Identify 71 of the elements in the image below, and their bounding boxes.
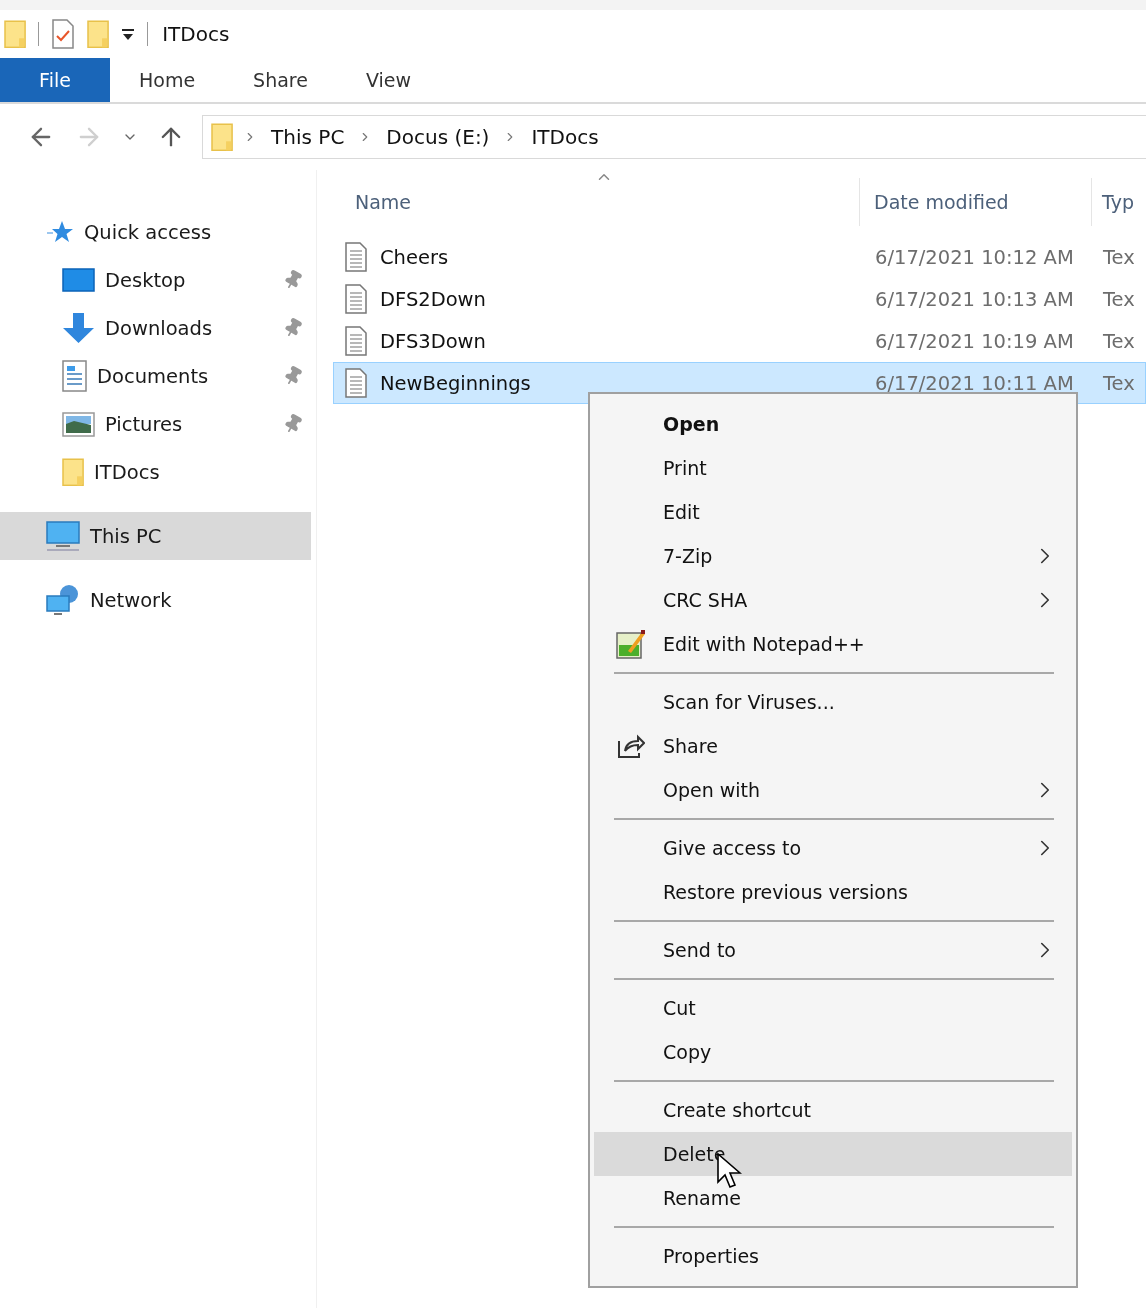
star-icon <box>46 219 74 245</box>
text-file-icon <box>344 326 368 356</box>
navigation-item[interactable]: This PC <box>0 512 311 560</box>
menu-item[interactable]: Cut <box>594 986 1072 1030</box>
navigation-item[interactable]: ITDocs <box>0 448 311 496</box>
file-name: NewBeginnings <box>380 371 531 395</box>
text-file-icon <box>344 284 368 314</box>
address-bar[interactable]: This PC Docus (E:) ITDocs <box>202 115 1146 159</box>
menu-item[interactable]: Copy <box>594 1030 1072 1074</box>
menu-item[interactable]: Create shortcut <box>594 1088 1072 1132</box>
window-title: ITDocs <box>162 22 230 46</box>
file-row[interactable]: DFS2Down 6/17/2021 10:13 AM Tex <box>333 278 1146 320</box>
menu-item[interactable]: Edit with Notepad++ <box>594 622 1072 666</box>
breadcrumb[interactable]: This PC <box>267 125 349 149</box>
navigation-item[interactable]: Documents <box>0 352 311 400</box>
menu-item[interactable]: Properties <box>594 1234 1072 1278</box>
menu-item[interactable]: 7-Zip <box>594 534 1072 578</box>
menu-item[interactable]: Share <box>594 724 1072 768</box>
type-cell-text: Tex <box>1102 329 1136 353</box>
column-header[interactable]: Typ <box>1092 178 1136 226</box>
menu-item[interactable]: Give access to <box>594 826 1072 870</box>
type-cell-text: Tex <box>1102 371 1136 395</box>
date-cell-text: 6/17/2021 10:12 AM <box>874 245 1075 269</box>
navigation-item[interactable]: Network <box>0 576 311 624</box>
file-name: DFS3Down <box>380 329 486 353</box>
file-name: Cheers <box>380 245 449 269</box>
menu-item[interactable]: Rename <box>594 1176 1072 1220</box>
date-cell-text: 6/17/2021 10:11 AM <box>874 371 1075 395</box>
menu-item[interactable]: Print <box>594 446 1072 490</box>
ribbon-tab[interactable]: File <box>0 58 110 102</box>
file-row[interactable]: DFS3Down 6/17/2021 10:19 AM Tex <box>333 320 1146 362</box>
menu-item[interactable]: Edit <box>594 490 1072 534</box>
desktop-icon <box>62 268 95 292</box>
navigation-item[interactable]: Downloads <box>0 304 311 352</box>
date-cell-text: 6/17/2021 10:13 AM <box>874 287 1075 311</box>
ribbon-tab[interactable]: View <box>336 58 441 102</box>
text-file-icon <box>344 368 368 398</box>
share-icon <box>616 733 645 759</box>
file-name: DFS2Down <box>380 287 486 311</box>
new-folder-icon <box>87 19 110 49</box>
folder-icon <box>4 19 27 49</box>
menu-item[interactable]: Scan for Viruses... <box>594 680 1072 724</box>
dropdown-icon[interactable] <box>121 27 136 41</box>
computer-icon <box>46 521 80 551</box>
menu-item[interactable]: Restore previous versions <box>594 870 1072 914</box>
navigation-item[interactable]: Quick access <box>0 208 311 256</box>
document-icon <box>62 360 87 392</box>
picture-icon <box>62 411 95 437</box>
download-arrow-icon <box>62 312 95 344</box>
navigation-item[interactable]: Desktop <box>0 256 311 304</box>
network-icon <box>46 584 80 616</box>
ribbon-tab[interactable]: Home <box>110 58 225 102</box>
breadcrumb[interactable]: Docus (E:) <box>382 125 494 149</box>
type-cell-text: Tex <box>1102 287 1136 311</box>
properties-icon[interactable] <box>51 19 76 49</box>
menu-item[interactable]: Open <box>594 402 1072 446</box>
ribbon-tab[interactable]: Share <box>224 58 337 102</box>
folder-icon <box>62 457 85 487</box>
menu-item[interactable]: Send to <box>594 928 1072 972</box>
type-cell-text: Tex <box>1102 245 1136 269</box>
file-row[interactable]: Cheers 6/17/2021 10:12 AM Tex <box>333 236 1146 278</box>
breadcrumb[interactable]: ITDocs <box>527 125 603 149</box>
menu-item[interactable]: Open with <box>594 768 1072 812</box>
notepad-icon <box>615 629 646 659</box>
text-file-icon <box>344 242 368 272</box>
folder-icon <box>211 122 234 152</box>
column-header[interactable]: Date modified <box>860 178 1092 226</box>
date-cell-text: 6/17/2021 10:19 AM <box>874 329 1075 353</box>
column-header[interactable]: Name <box>349 178 860 226</box>
menu-item[interactable]: CRC SHA <box>594 578 1072 622</box>
navigation-item[interactable]: Pictures <box>0 400 311 448</box>
